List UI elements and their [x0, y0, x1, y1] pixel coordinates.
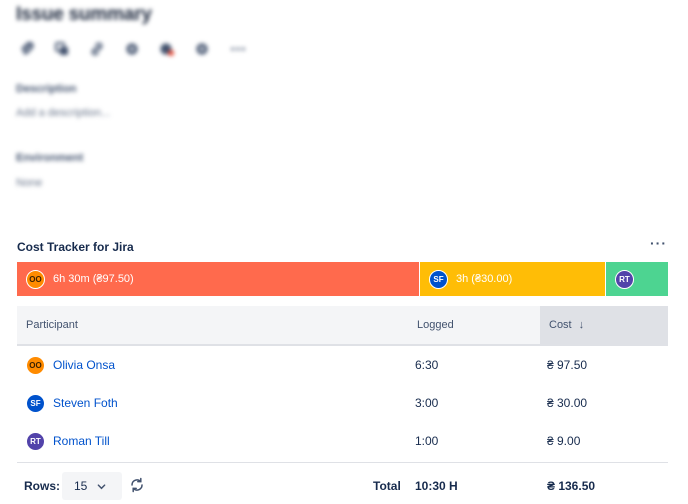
- table-row: RT Roman Till 1:00 ₴ 9.00: [17, 422, 668, 460]
- total-cost: ₴ 136.50: [547, 479, 596, 493]
- cost-cell: ₴ 30.00: [547, 396, 588, 410]
- attach-icon[interactable]: [16, 38, 38, 60]
- column-header-cost[interactable]: Cost ↓: [540, 306, 668, 344]
- description-label: Description: [16, 83, 77, 95]
- bar-segment-label: 6h 30m (₴97.50): [53, 273, 134, 285]
- avatar: RT: [26, 431, 45, 451]
- participant-cell: RT Roman Till: [26, 431, 110, 451]
- column-header-participant[interactable]: Participant: [26, 319, 78, 331]
- avatar: OO: [26, 355, 45, 375]
- table-row: SF Steven Foth 3:00 ₴ 30.00: [17, 384, 668, 422]
- rows-per-page-select[interactable]: 15: [62, 472, 122, 500]
- environment-label: Environment: [16, 152, 84, 164]
- avatar: RT: [615, 269, 634, 289]
- refresh-icon[interactable]: [128, 476, 146, 494]
- bar-segment-label: 3h (₴30.00): [456, 273, 513, 285]
- participants-table: Participant Logged Cost ↓ OO Olivia Onsa…: [17, 306, 668, 460]
- avatar: SF: [429, 269, 448, 289]
- participant-cell: SF Steven Foth: [26, 393, 118, 413]
- more-options-icon[interactable]: ···: [650, 236, 667, 250]
- logged-cell: 3:00: [415, 396, 439, 410]
- environment-value[interactable]: None: [16, 177, 42, 189]
- gear-icon[interactable]: [121, 38, 143, 60]
- bar-segment-olivia[interactable]: OO 6h 30m (₴97.50): [17, 262, 420, 296]
- page-title: Issue summary: [16, 4, 152, 25]
- arrow-down-icon: ↓: [578, 319, 585, 331]
- table-footer: Rows: 15 Total 10:30 H ₴ 136.50: [17, 462, 668, 502]
- participant-link[interactable]: Olivia Onsa: [53, 358, 115, 372]
- total-label: Total: [373, 479, 401, 493]
- cost-cell: ₴ 9.00: [547, 434, 581, 448]
- description-placeholder[interactable]: Add a description...: [16, 107, 110, 119]
- alert-icon[interactable]: [156, 38, 178, 60]
- avatar: OO: [26, 269, 45, 289]
- chevron-down-icon: [97, 483, 106, 489]
- more-icon[interactable]: [226, 38, 250, 60]
- cost-distribution-bar: OO 6h 30m (₴97.50) SF 3h (₴30.00) RT: [17, 262, 668, 296]
- table-header: Participant Logged Cost ↓: [17, 306, 668, 346]
- total-logged: 10:30 H: [415, 479, 458, 493]
- logged-cell: 6:30: [415, 358, 439, 372]
- participant-cell: OO Olivia Onsa: [26, 355, 115, 375]
- avatar: SF: [26, 393, 45, 413]
- rows-per-page-value: 15: [74, 479, 88, 493]
- participant-link[interactable]: Steven Foth: [53, 396, 118, 410]
- cost-cell: ₴ 97.50: [547, 358, 588, 372]
- logged-cell: 1:00: [415, 434, 439, 448]
- column-header-cost-label: Cost: [549, 319, 572, 331]
- table-row: OO Olivia Onsa 6:30 ₴ 97.50: [17, 346, 668, 384]
- issue-toolbar: [16, 38, 250, 60]
- bar-segment-steven[interactable]: SF 3h (₴30.00): [420, 262, 606, 296]
- subtask-icon[interactable]: [51, 38, 73, 60]
- column-header-logged[interactable]: Logged: [417, 319, 454, 331]
- bar-segment-roman[interactable]: RT: [606, 262, 668, 296]
- settings-icon[interactable]: [191, 38, 213, 60]
- participant-link[interactable]: Roman Till: [53, 434, 110, 448]
- rows-label: Rows:: [24, 479, 60, 493]
- cost-tracker-title: Cost Tracker for Jira: [17, 240, 134, 254]
- link-icon[interactable]: [86, 38, 108, 60]
